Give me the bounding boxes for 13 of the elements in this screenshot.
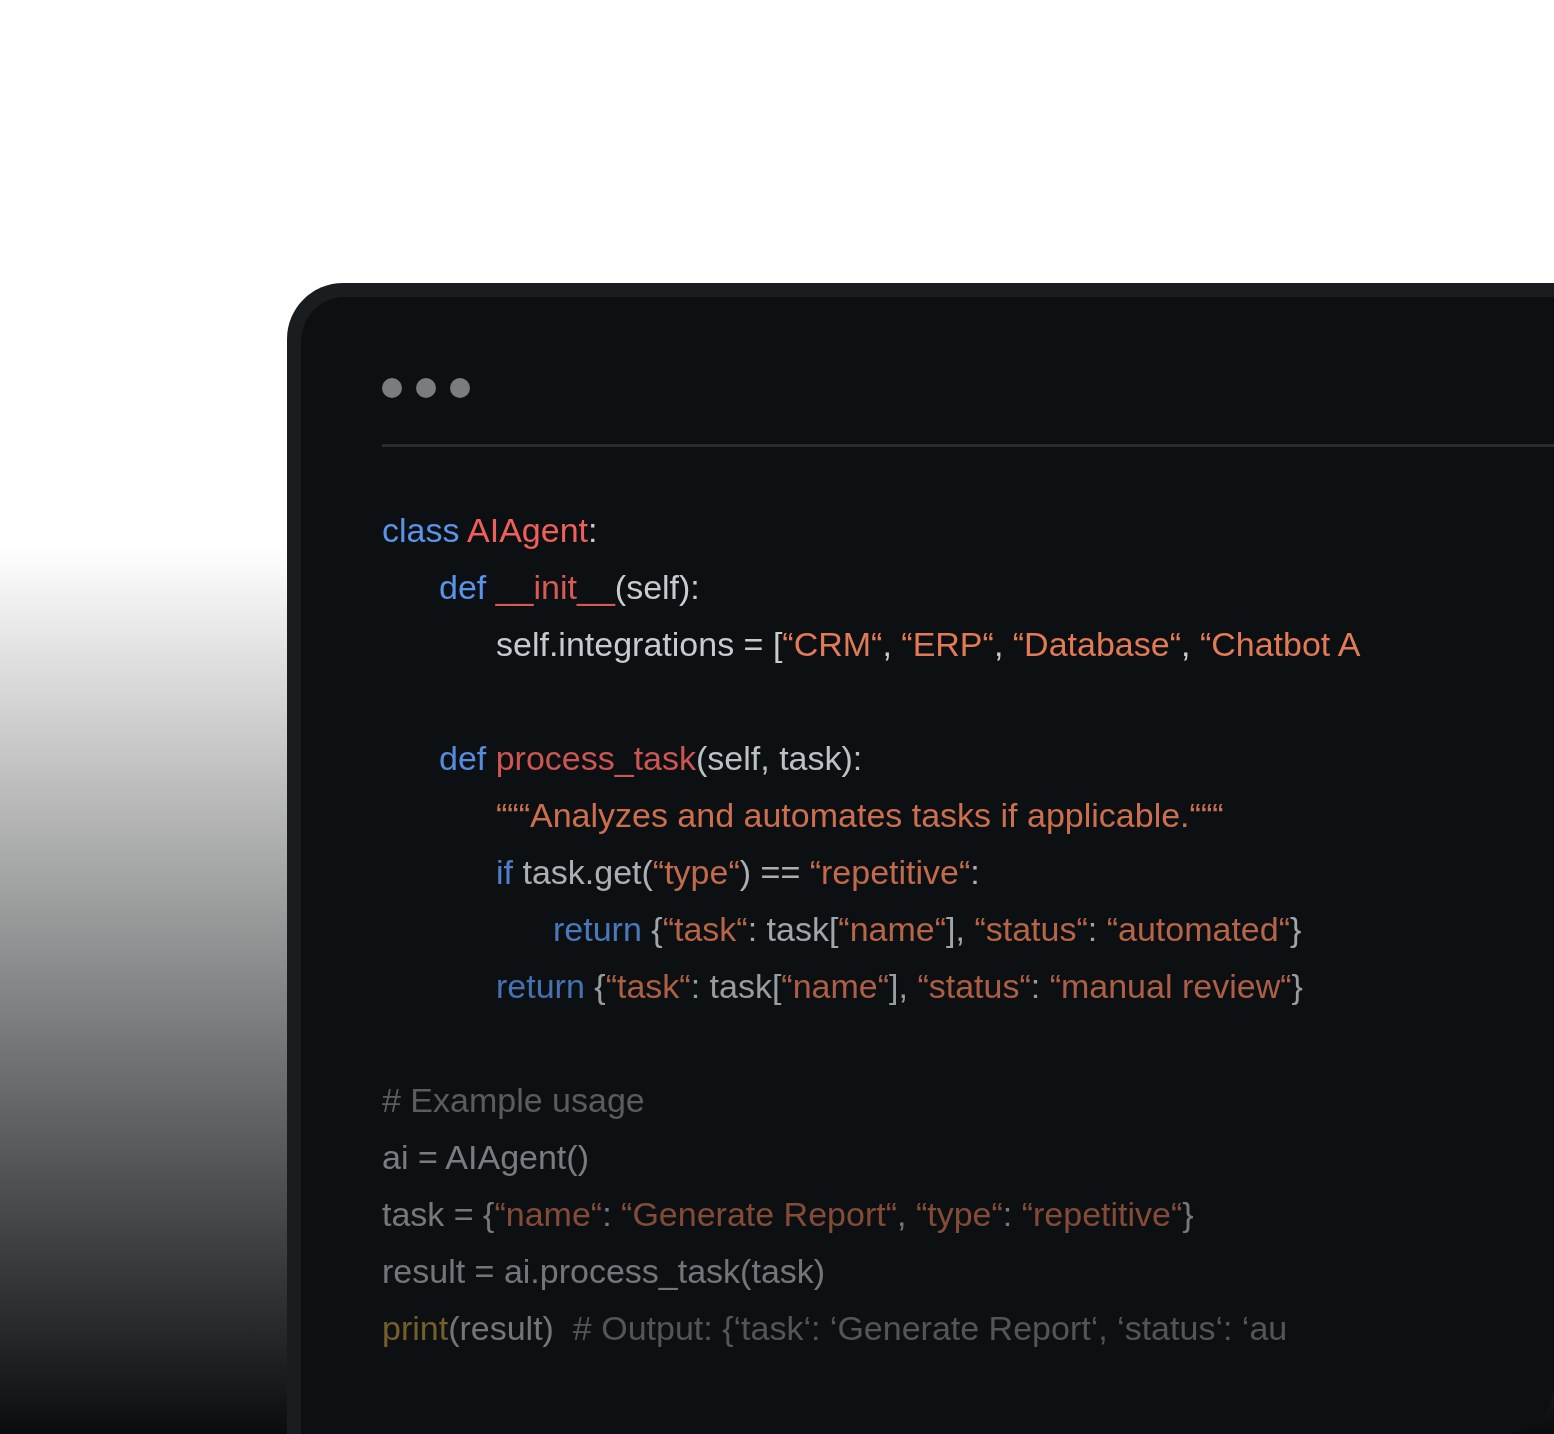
code-line: self.integrations = [“CRM“, “ERP“, “Database“, “Chatbot A [496, 624, 1361, 665]
code-line: # Example usage [382, 1080, 645, 1121]
code-line: return {“task“: task[“name“], “status“: “automated“} [553, 909, 1302, 950]
code-line: def __init__(self): [439, 567, 700, 608]
code-line: “““Analyzes and automates tasks if applicable.“““ [496, 795, 1224, 836]
code-line: print(result) # Output: {‘task‘: ‘Generate Report‘, ‘status‘: ‘au [382, 1308, 1288, 1349]
code-line: return {“task“: task[“name“], “status“: “manual review“} [496, 966, 1303, 1007]
code-line: if task.get(“type“) == “repetitive“: [496, 852, 980, 893]
code-line: ai = AIAgent() [382, 1137, 589, 1178]
code-line: class AIAgent: [382, 510, 598, 551]
code-line: task = {“name“: “Generate Report“, “type“: “repetitive“} [382, 1194, 1194, 1235]
code-line: def process_task(self, task): [439, 738, 863, 779]
code-line: result = ai.process_task(task) [382, 1251, 826, 1292]
